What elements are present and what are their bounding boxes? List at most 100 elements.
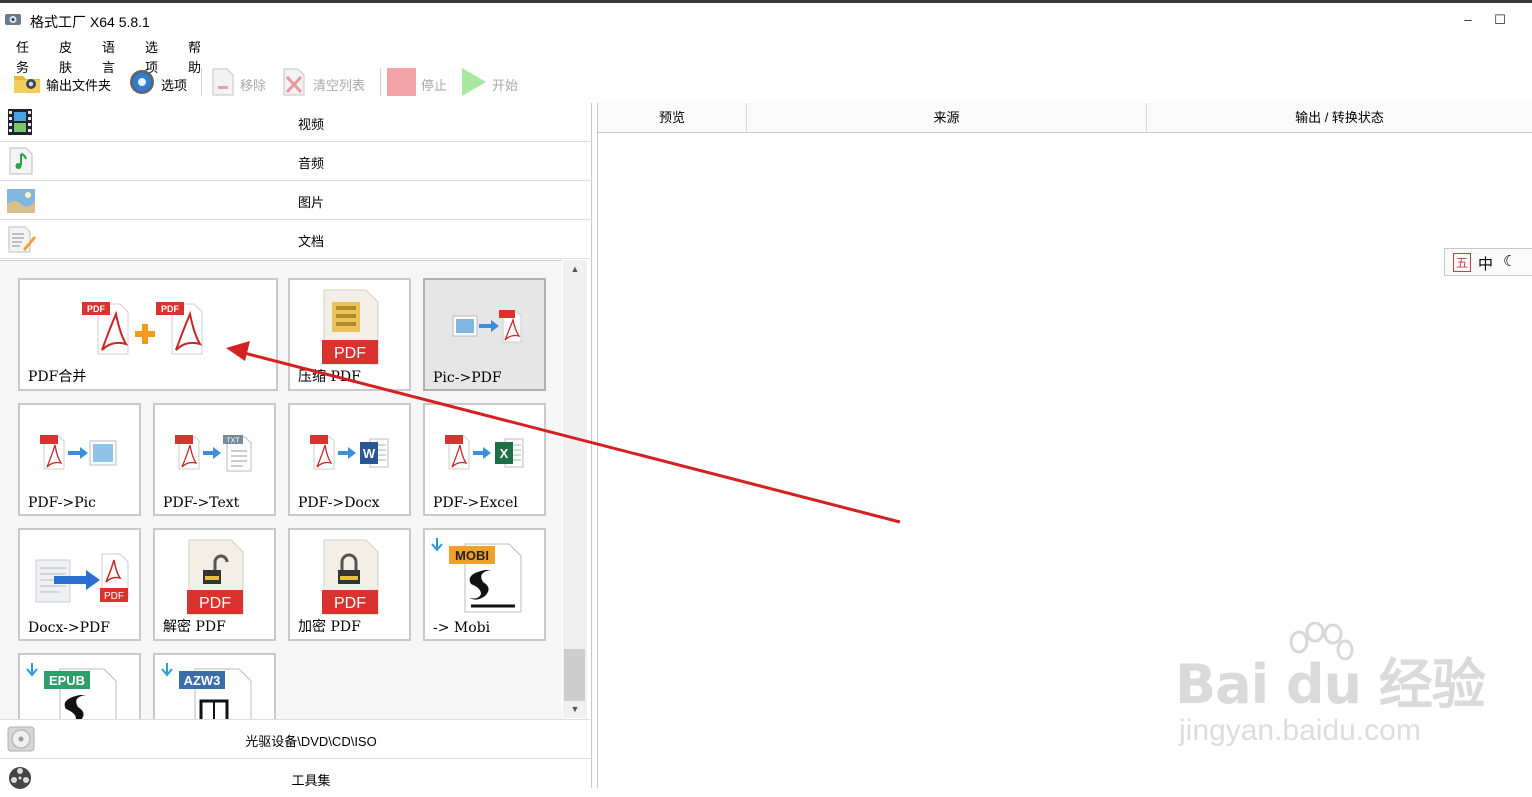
pdf-badge: PDF	[161, 304, 180, 314]
task-list-header: 预览 来源 输出 / 转换状态	[598, 103, 1532, 133]
document-tools-grid: PDF PDF PDF合并 PDF 压缩 PDF Pic->PDF PDF->P…	[0, 260, 562, 719]
category-audio-label: 音频	[297, 156, 324, 171]
stop-icon	[387, 68, 416, 96]
pdf-to-docx-icon: W	[310, 435, 389, 470]
clear-list-icon	[283, 68, 305, 96]
remove-document-icon	[212, 68, 234, 96]
tile-docx-to-pdf-label: Docx->PDF	[28, 620, 110, 636]
scroll-down-arrow-icon[interactable]: ▼	[563, 700, 587, 718]
start-label: 开始	[492, 78, 519, 93]
category-disc[interactable]: 光驱设备\DVD\CD\ISO	[0, 719, 590, 759]
tile-pdf-merge-label: PDF合并	[28, 369, 87, 385]
tile-compress-pdf-label: 压缩 PDF	[298, 369, 361, 385]
tile-pdf-to-text[interactable]: TXT PDF->Text	[153, 403, 276, 516]
tile-to-azw3[interactable]: AZW3	[153, 653, 276, 719]
watermark-url: jingyan.baidu.com	[1179, 714, 1421, 747]
pdf-to-excel-icon: X	[445, 435, 524, 470]
tile-pdf-to-excel[interactable]: X PDF->Excel	[423, 403, 546, 516]
ime-wubi-indicator[interactable]: 五	[1453, 253, 1472, 272]
ime-chinese-mode[interactable]: 中	[1478, 253, 1493, 274]
column-preview[interactable]: 预览	[598, 103, 747, 132]
pdf-merge-icon: PDF PDF	[82, 302, 203, 355]
azw3-badge: AZW3	[184, 673, 221, 688]
category-picture-label: 图片	[297, 195, 324, 210]
tile-encrypt-pdf-label: 加密 PDF	[298, 619, 361, 635]
play-icon	[462, 68, 486, 96]
clear-list-label: 清空列表	[313, 78, 366, 93]
tile-pdf-to-pic[interactable]: PDF->Pic	[18, 403, 141, 516]
column-output-status[interactable]: 输出 / 转换状态	[1147, 103, 1532, 132]
remove-label: 移除	[240, 78, 267, 93]
music-note-icon	[9, 147, 33, 175]
pdf-to-text-icon: TXT	[175, 435, 252, 472]
tile-to-mobi[interactable]: MOBI -> Mobi	[423, 528, 546, 641]
category-document-label: 文档	[297, 234, 324, 249]
document-edit-icon	[8, 226, 36, 253]
pdf-to-pic-icon	[40, 435, 117, 470]
window-title: 格式工厂 X64 5.8.1	[30, 14, 150, 30]
tile-to-epub[interactable]: EPUB	[18, 653, 141, 719]
folder-icon	[14, 76, 40, 93]
category-video-label: 视频	[297, 117, 324, 132]
tile-docx-to-pdf[interactable]: PDF Docx->PDF	[18, 528, 141, 641]
category-disc-label: 光驱设备\DVD\CD\ISO	[245, 734, 377, 749]
landscape-picture-icon	[7, 189, 35, 213]
close-button[interactable]	[1515, 9, 1532, 31]
category-document[interactable]: 文档	[0, 220, 590, 259]
stop-button[interactable]: 停止	[386, 66, 452, 98]
title-bar: 格式工厂 X64 5.8.1 – ☐	[0, 3, 1532, 35]
compress-pdf-icon: PDF	[322, 289, 379, 365]
azw3-book-icon: AZW3	[161, 663, 252, 719]
tile-pdf-to-docx-label: PDF->Docx	[298, 495, 380, 511]
remove-button[interactable]: 移除	[208, 66, 272, 98]
format-factory-app-icon	[5, 14, 21, 25]
tile-to-mobi-label: -> Mobi	[433, 620, 491, 636]
tile-pdf-to-docx[interactable]: W PDF->Docx	[288, 403, 411, 516]
clear-list-button[interactable]: 清空列表	[280, 66, 375, 98]
film-strip-icon	[8, 109, 32, 135]
toolbar: 输出文件夹 选项 移除 清空列表 停止 开始	[0, 64, 1532, 100]
output-folder-label: 输出文件夹	[46, 78, 112, 93]
epub-badge: EPUB	[49, 673, 85, 688]
pdf-badge: PDF	[87, 304, 106, 314]
mobi-badge: MOBI	[455, 548, 489, 563]
category-video[interactable]: 视频	[0, 103, 590, 142]
category-picture[interactable]: 图片	[0, 181, 590, 220]
output-folder-button[interactable]: 输出文件夹	[12, 66, 122, 98]
pic-to-pdf-icon	[452, 310, 522, 343]
tile-compress-pdf[interactable]: PDF 压缩 PDF	[288, 278, 411, 391]
encrypt-pdf-icon: PDF	[322, 539, 379, 615]
maximize-button[interactable]: ☐	[1485, 9, 1515, 31]
tile-decrypt-pdf-label: 解密 PDF	[163, 619, 226, 635]
ime-toolbar[interactable]: 五 中 ☾	[1444, 248, 1532, 276]
moon-icon[interactable]: ☾	[1503, 252, 1516, 270]
column-source[interactable]: 来源	[747, 103, 1147, 132]
tile-pdf-to-text-label: PDF->Text	[163, 495, 240, 511]
tools-scrollbar[interactable]: ▲ ▼	[563, 260, 587, 718]
options-label: 选项	[161, 78, 188, 93]
watermark-brand: Bai du 经验	[1175, 653, 1486, 716]
toolbar-separator	[201, 68, 202, 96]
decrypt-pdf-icon: PDF	[187, 539, 244, 615]
scroll-up-arrow-icon[interactable]: ▲	[563, 260, 587, 278]
word-badge: W	[363, 446, 376, 461]
tile-encrypt-pdf[interactable]: PDF 加密 PDF	[288, 528, 411, 641]
excel-badge: X	[500, 446, 509, 461]
pdf-badge: PDF	[334, 345, 366, 362]
category-audio[interactable]: 音频	[0, 142, 590, 181]
tile-pdf-to-excel-label: PDF->Excel	[433, 495, 518, 511]
tile-pic-to-pdf[interactable]: Pic->PDF	[423, 278, 546, 391]
stop-label: 停止	[421, 78, 448, 93]
options-button[interactable]: 选项	[127, 66, 197, 98]
minimize-button[interactable]: –	[1453, 9, 1483, 31]
docx-to-pdf-icon: PDF	[35, 553, 129, 603]
start-button[interactable]: 开始	[459, 66, 525, 98]
gear-icon	[130, 70, 154, 94]
tile-decrypt-pdf[interactable]: PDF 解密 PDF	[153, 528, 276, 641]
tile-pdf-merge[interactable]: PDF PDF PDF合并	[18, 278, 278, 391]
category-tools[interactable]: 工具集	[0, 759, 590, 797]
mobi-book-icon: MOBI	[431, 538, 522, 613]
txt-badge: TXT	[226, 438, 240, 445]
scroll-thumb[interactable]	[564, 649, 585, 701]
pdf-badge: PDF	[334, 595, 366, 612]
